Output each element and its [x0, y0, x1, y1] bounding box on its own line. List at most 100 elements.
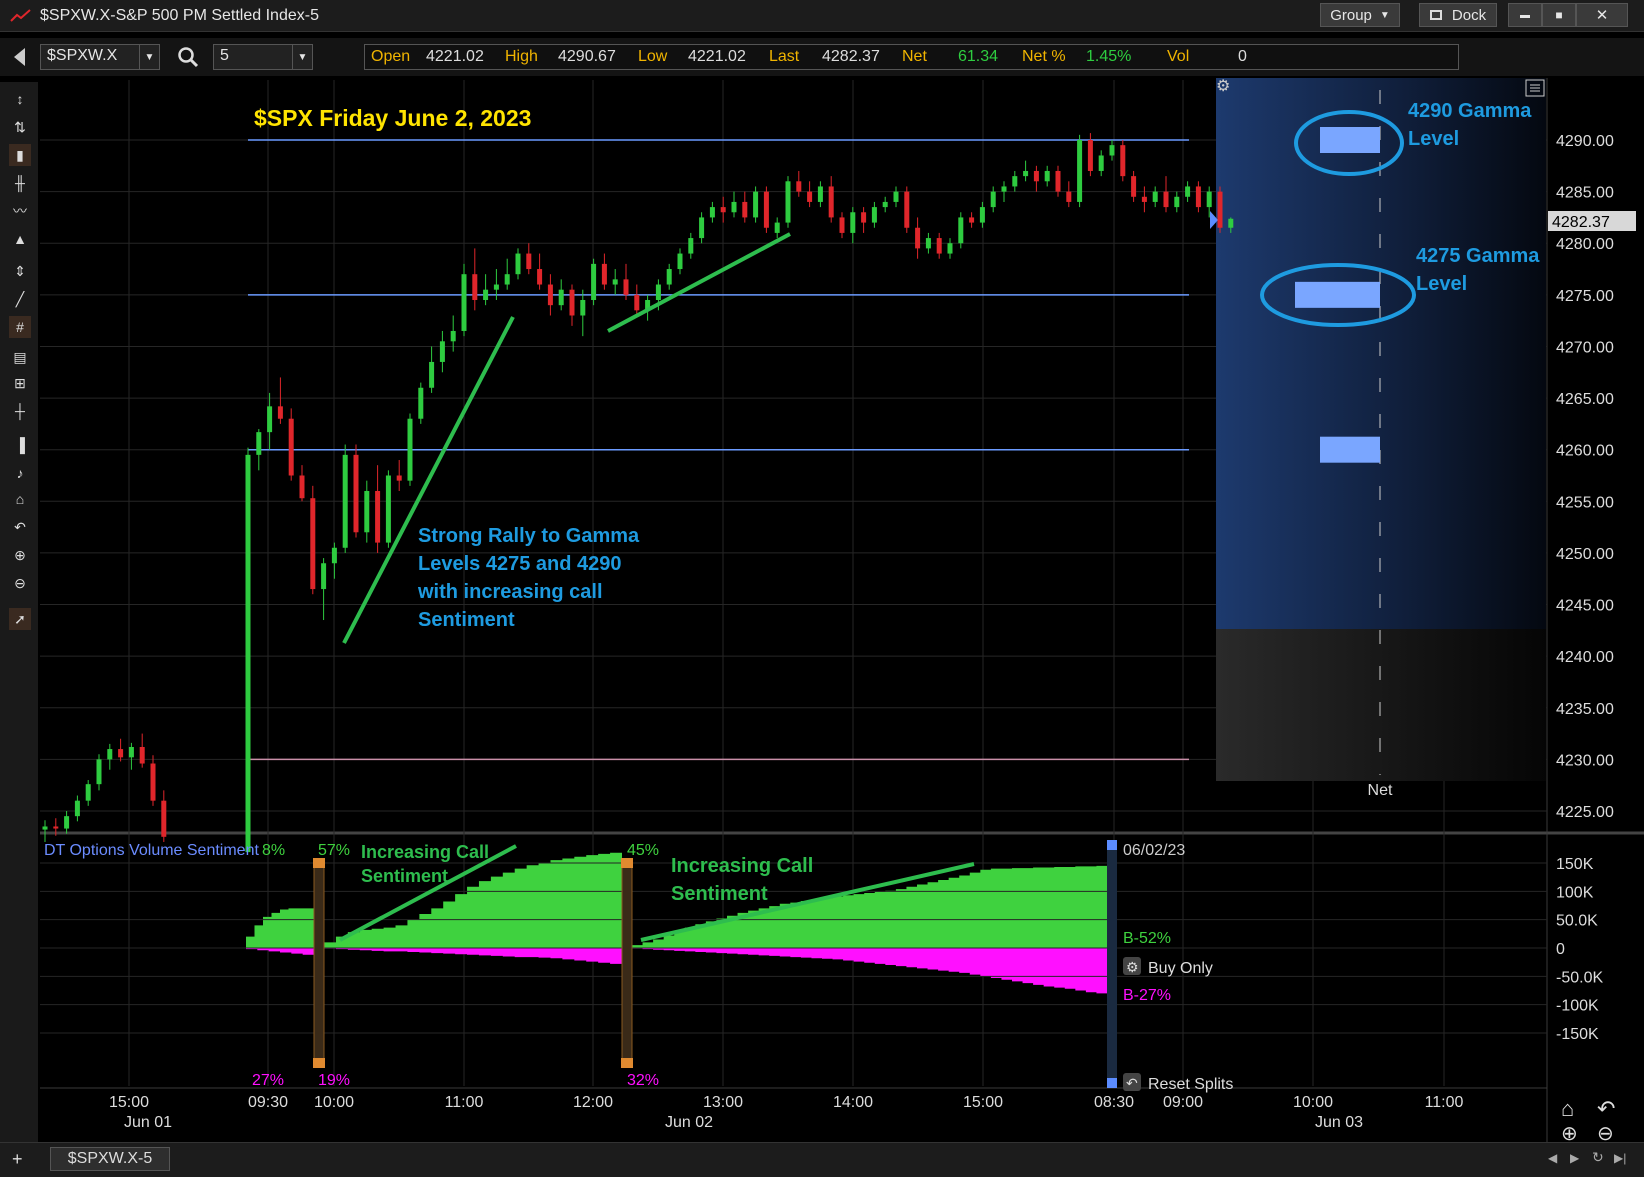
candle-body [107, 749, 113, 760]
cursor-tool-icon[interactable]: ⇅ [9, 116, 31, 138]
rally-annotation-line: Levels 4275 and 4290 [418, 553, 621, 575]
chevron-down-icon[interactable]: ▼ [292, 45, 312, 69]
gamma-4290-label: 4290 Gamma Level [1408, 100, 1532, 150]
time-tick-label: 11:00 [445, 1094, 484, 1111]
bar-chart-icon[interactable]: ╫ [9, 172, 31, 194]
gamma-footer-label: Net [1368, 782, 1393, 799]
open-label: Open [371, 48, 411, 65]
candlestick-icon[interactable]: ▮ [9, 144, 31, 166]
candle-body [979, 207, 985, 223]
maximize-button[interactable]: ■ [1542, 3, 1576, 27]
trendline-icon[interactable]: ╱ [9, 288, 31, 310]
horizontal-gridlines [40, 139, 1547, 812]
buy-only-label: Buy Only [1148, 960, 1213, 977]
split-handle[interactable] [621, 1058, 633, 1068]
note-icon[interactable]: ♪ [9, 462, 31, 484]
sentiment-annotation-line: Sentiment [671, 883, 768, 905]
current-marker[interactable] [1107, 840, 1117, 1088]
price-chart[interactable]: ⚙ Net 4290.00 4285.00 4280.00 4275.00 4270.0… [0, 0, 1644, 1177]
interval-input[interactable]: 5 ▼ [213, 44, 313, 70]
time-tick-label: 12:00 [573, 1094, 613, 1111]
scroll-end-icon[interactable]: ▶| [1614, 1151, 1626, 1165]
sentiment-title-pct: 8% [262, 842, 285, 859]
price-panel-bg [40, 78, 1547, 832]
grid-icon[interactable]: # [9, 316, 31, 338]
candle-body [493, 284, 499, 290]
scroll-left-icon[interactable]: ◀ [1548, 1151, 1557, 1165]
candle-body [1206, 191, 1212, 208]
zoom-in-icon[interactable]: ⊕ [9, 544, 31, 566]
candle-body [612, 279, 618, 285]
chart-tab[interactable]: $SPXW.X-5 [50, 1147, 170, 1171]
home-icon[interactable]: ⌂ [1561, 1096, 1574, 1121]
candle-body [958, 217, 964, 244]
put-volume-area [324, 948, 622, 964]
add-tab-icon[interactable]: + [12, 1149, 23, 1170]
layout-icon[interactable]: ⊞ [9, 372, 31, 394]
group-button[interactable]: Group ▼ [1320, 3, 1400, 27]
time-tick-label: 11:00 [1425, 1094, 1464, 1111]
table-icon[interactable]: ▤ [9, 346, 31, 368]
minimize-icon: ▬ [1520, 9, 1530, 21]
rally-annotation-line: with increasing call [417, 581, 603, 603]
candle-body [504, 274, 510, 285]
sentiment-date: 06/02/23 [1123, 842, 1185, 859]
reset-splits-button[interactable]: ↶ Reset Splits [1123, 1073, 1233, 1093]
dock-icon [1429, 10, 1442, 20]
candle-body [128, 746, 134, 758]
order-icon[interactable]: ▐ [9, 434, 31, 456]
candle-body [1066, 191, 1072, 202]
undo-icon[interactable]: ↶ [9, 516, 31, 538]
split-handle[interactable] [621, 858, 633, 868]
close-button[interactable]: ✕ [1576, 3, 1628, 27]
candle-body [353, 454, 359, 533]
price-tick-label: 4235.00 [1556, 701, 1614, 718]
candle-body [526, 253, 532, 270]
gear-icon[interactable]: ⚙ [1216, 78, 1230, 95]
undo-icon[interactable]: ↶ [1597, 1096, 1615, 1121]
gamma-label-line: Level [1416, 273, 1467, 295]
buy-only-toggle[interactable]: ⚙ Buy Only [1123, 957, 1213, 977]
line-chart-icon[interactable]: 〰 [9, 200, 31, 222]
home-icon[interactable]: ⌂ [9, 488, 31, 510]
time-tick-label: 13:00 [703, 1094, 743, 1111]
pct-top-1: 57% [318, 842, 350, 859]
candle-body [537, 269, 543, 285]
mountain-chart-icon[interactable]: ▲ [9, 228, 31, 250]
pct-bottom-0: 27% [252, 1072, 284, 1089]
measure-icon[interactable]: ⇕ [9, 260, 31, 282]
candle-body [591, 263, 597, 301]
candle-body [645, 300, 651, 311]
candle-body [558, 289, 564, 306]
window-title: $SPXW.X-S&P 500 PM Settled Index-5 [40, 7, 319, 24]
price-tick-label: 4270.00 [1556, 339, 1614, 356]
minimize-button[interactable]: ▬ [1508, 3, 1542, 27]
chevron-down-icon[interactable]: ▼ [139, 45, 159, 69]
menu-icon[interactable] [1525, 79, 1545, 97]
sentiment-tick-label: 100K [1556, 884, 1594, 901]
gamma-bar [1320, 127, 1380, 153]
zoom-out-icon[interactable]: ⊖ [9, 572, 31, 594]
trend-line-2 [607, 232, 791, 333]
split-marker-1[interactable] [313, 859, 325, 1065]
maximize-icon: ■ [1555, 8, 1563, 22]
candle-body [1185, 186, 1191, 197]
current-marker-handle[interactable] [1107, 840, 1117, 850]
current-marker-handle[interactable] [1107, 1078, 1117, 1088]
split-handle[interactable] [313, 1058, 325, 1068]
symbol-input[interactable]: $SPXW.X ▼ [40, 44, 160, 70]
dock-button[interactable]: Dock [1419, 3, 1497, 27]
interval-value: 5 [220, 47, 229, 64]
scroll-right-icon[interactable]: ▶ [1570, 1151, 1579, 1165]
back-arrow-icon[interactable] [14, 48, 25, 66]
split-handle[interactable] [313, 858, 325, 868]
crosshair-icon[interactable]: ↕ [9, 88, 31, 110]
price-tick-label: 4245.00 [1556, 598, 1614, 615]
candle-body [569, 289, 575, 316]
pointer-icon[interactable]: ➚ [9, 608, 31, 630]
cross-line-icon[interactable]: ┼ [9, 400, 31, 422]
sentiment-area-series [246, 852, 1107, 994]
search-icon[interactable] [177, 46, 199, 68]
split-marker-2[interactable] [621, 859, 633, 1065]
refresh-icon[interactable]: ↻ [1592, 1149, 1604, 1166]
